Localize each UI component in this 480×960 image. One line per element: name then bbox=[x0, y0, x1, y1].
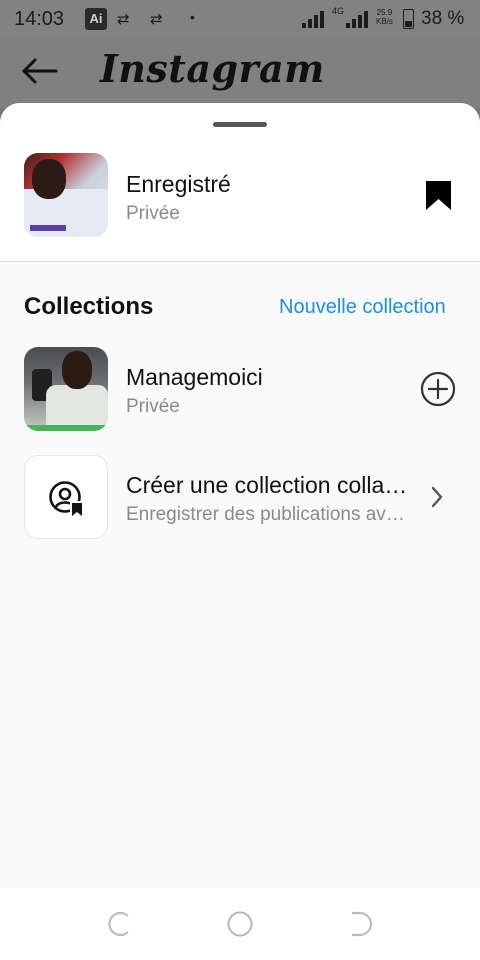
sync-icon: ⇄ bbox=[150, 11, 163, 28]
collection-privacy: Privée bbox=[126, 396, 180, 417]
status-time: 14:03 bbox=[14, 8, 65, 30]
drag-handle[interactable] bbox=[213, 122, 267, 127]
recent-apps-icon[interactable] bbox=[106, 910, 134, 938]
instagram-logo: Instagram bbox=[100, 46, 325, 91]
add-circle-icon[interactable] bbox=[420, 371, 456, 407]
collaborative-thumbnail bbox=[24, 455, 108, 539]
battery-icon bbox=[403, 9, 414, 29]
collection-description: Enregistrer des publications avec des am… bbox=[126, 504, 408, 525]
collection-title: Créer une collection collaborative bbox=[126, 472, 408, 498]
battery-percentage: 38 % bbox=[421, 8, 465, 29]
chevron-right-icon[interactable] bbox=[430, 486, 444, 508]
system-navigation-bar bbox=[0, 888, 480, 960]
save-bottom-sheet: Enregistré Privée Collections Nouvelle c… bbox=[0, 103, 480, 888]
collection-title: Managemoici bbox=[126, 364, 263, 390]
signal-icon bbox=[346, 11, 368, 28]
collection-thumbnail bbox=[24, 347, 108, 431]
notification-dot-icon: • bbox=[190, 9, 195, 25]
sync-icon: ⇄ bbox=[117, 11, 130, 28]
home-icon[interactable] bbox=[226, 910, 254, 938]
app-header: Instagram bbox=[0, 38, 480, 108]
saved-privacy: Privée bbox=[126, 203, 180, 224]
network-type: 4G bbox=[332, 6, 345, 16]
network-speed: 25.9 KB/s bbox=[376, 8, 393, 26]
collections-heading: Collections bbox=[24, 293, 154, 320]
saved-thumbnail bbox=[24, 153, 108, 237]
divider bbox=[0, 261, 480, 262]
collaborative-collection-icon bbox=[49, 481, 83, 517]
saved-title: Enregistré bbox=[126, 171, 231, 197]
back-arrow-icon[interactable] bbox=[22, 58, 58, 84]
status-bar: 14:03 Ai ⇄ ⇄ • 4G 25.9 KB/s 38 % bbox=[0, 0, 480, 38]
saved-all-row[interactable]: Enregistré Privée bbox=[0, 103, 480, 261]
new-collection-link[interactable]: Nouvelle collection bbox=[279, 296, 446, 319]
ai-badge: Ai bbox=[85, 8, 107, 30]
back-nav-icon[interactable] bbox=[346, 910, 374, 938]
bookmark-filled-icon[interactable] bbox=[425, 180, 452, 211]
signal-icon bbox=[302, 11, 324, 28]
